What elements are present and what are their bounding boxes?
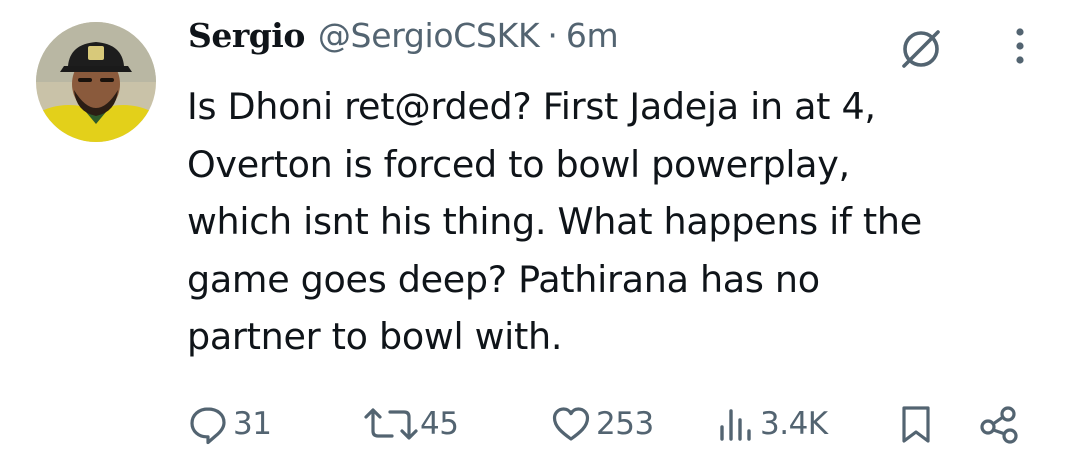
reply-icon bbox=[187, 403, 229, 445]
share-button[interactable] bbox=[978, 400, 1022, 448]
tweet-text: Is Dhoni ret@rded? First Jadeja in at 4,… bbox=[187, 85, 922, 359]
grok-icon[interactable] bbox=[898, 26, 944, 72]
bookmark-icon bbox=[897, 403, 935, 445]
tweet-header: Sergio @SergioCSKK · 6m bbox=[188, 16, 619, 72]
reply-count: 31 bbox=[233, 406, 272, 442]
separator-dot: · bbox=[547, 16, 558, 55]
more-vertical-icon[interactable] bbox=[1006, 24, 1034, 68]
timestamp[interactable]: 6m bbox=[566, 16, 619, 55]
tweet-actions: 31 45 253 3.4K bbox=[0, 400, 1078, 448]
reply-button[interactable]: 31 bbox=[187, 400, 272, 448]
bookmark-button[interactable] bbox=[897, 400, 935, 448]
heart-icon bbox=[550, 403, 592, 445]
retweet-icon bbox=[362, 403, 420, 445]
author-handle[interactable]: @SergioCSKK bbox=[318, 16, 540, 55]
share-icon bbox=[978, 403, 1022, 445]
author-display-name[interactable]: Sergio bbox=[188, 16, 305, 55]
retweet-button[interactable]: 45 bbox=[362, 400, 459, 448]
avatar[interactable] bbox=[36, 22, 156, 142]
views-icon bbox=[716, 403, 760, 445]
views-button[interactable]: 3.4K bbox=[716, 400, 828, 448]
like-button[interactable]: 253 bbox=[550, 400, 654, 448]
like-count: 253 bbox=[596, 406, 654, 442]
tweet[interactable]: Sergio @SergioCSKK · 6m Is Dhoni ret@rde… bbox=[0, 0, 1078, 449]
retweet-count: 45 bbox=[420, 406, 459, 442]
views-count: 3.4K bbox=[760, 406, 828, 442]
